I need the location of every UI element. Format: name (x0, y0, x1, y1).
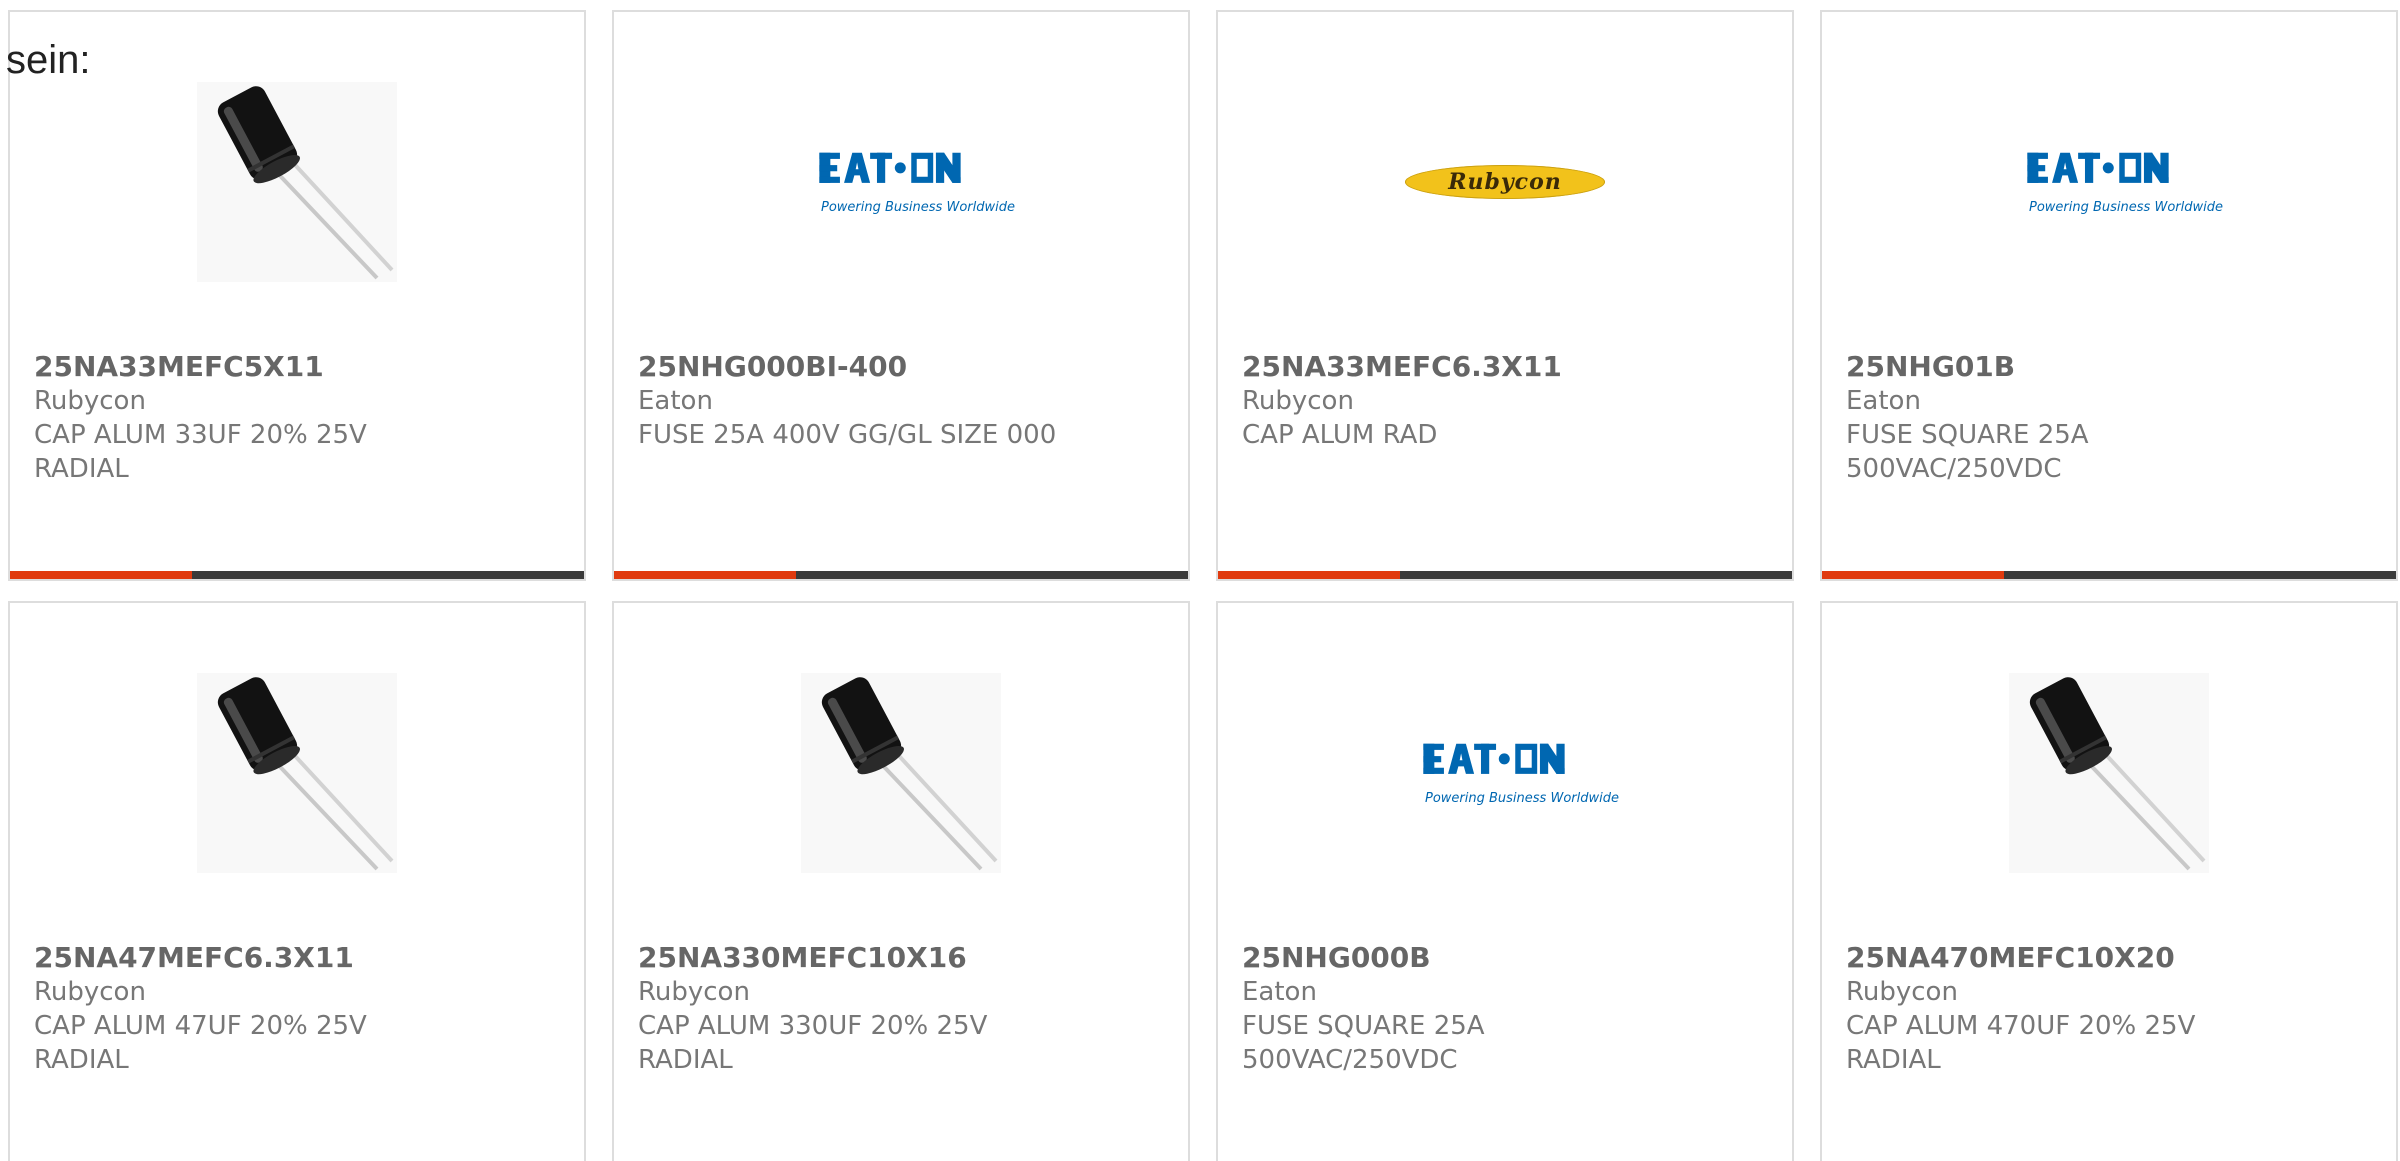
product-image[interactable]: Powering Business Worldwide (614, 82, 1188, 282)
product-image[interactable]: Rubycon (1218, 82, 1792, 282)
product-image[interactable] (10, 673, 584, 873)
product-image[interactable] (10, 82, 584, 282)
card-footer-bar (1822, 571, 2396, 579)
card-footer-bar (1218, 571, 1792, 579)
product-card[interactable]: 25NA33MEFC5X11 Rubycon CAP ALUM 33UF 20%… (8, 10, 586, 581)
eaton-logo-icon: Powering Business Worldwide (1995, 150, 2223, 215)
part-number[interactable]: 25NA330MEFC10X16 (638, 941, 1164, 975)
manufacturer: Eaton (638, 386, 713, 416)
description: CAP ALUM 470UF 20% 25V RADIAL (1846, 1011, 2196, 1075)
eaton-logo-icon: Powering Business Worldwide (1391, 741, 1619, 806)
eaton-logo-icon: Powering Business Worldwide (787, 150, 1015, 215)
product-image[interactable]: Powering Business Worldwide (1822, 82, 2396, 282)
product-card[interactable]: 25NA330MEFC10X16 Rubycon CAP ALUM 330UF … (612, 601, 1190, 1161)
product-image[interactable] (1822, 673, 2396, 873)
part-number[interactable]: 25NHG01B (1846, 350, 2372, 384)
product-listing: sein: 25NA33MEFC5X11 Rubycon CAP ALUM 33… (0, 0, 2400, 1161)
capacitor-photo-icon (197, 673, 397, 873)
part-number[interactable]: 25NA33MEFC5X11 (34, 350, 560, 384)
card-footer-bar (10, 571, 584, 579)
product-card[interactable]: Powering Business Worldwide 25NHG000BI-4… (612, 10, 1190, 581)
eaton-tagline: Powering Business Worldwide (821, 199, 1015, 215)
product-grid-row-2: 25NA47MEFC6.3X11 Rubycon CAP ALUM 47UF 2… (8, 601, 2400, 1161)
intro-text: sein: (6, 38, 91, 82)
part-number[interactable]: 25NHG000B (1242, 941, 1768, 975)
product-card[interactable]: Powering Business Worldwide 25NHG000B Ea… (1216, 601, 1794, 1161)
product-grid: 25NA33MEFC5X11 Rubycon CAP ALUM 33UF 20%… (8, 10, 2400, 581)
manufacturer: Rubycon (1242, 386, 1354, 416)
manufacturer: Eaton (1242, 977, 1317, 1007)
description: FUSE SQUARE 25A 500VAC/250VDC (1242, 1011, 1485, 1075)
card-footer-bar (614, 571, 1188, 579)
capacitor-photo-icon (197, 82, 397, 282)
description: CAP ALUM 330UF 20% 25V RADIAL (638, 1011, 988, 1075)
manufacturer: Rubycon (34, 977, 146, 1007)
eaton-tagline: Powering Business Worldwide (2029, 199, 2223, 215)
description: CAP ALUM 47UF 20% 25V RADIAL (34, 1011, 367, 1075)
product-card[interactable]: 25NA470MEFC10X20 Rubycon CAP ALUM 470UF … (1820, 601, 2398, 1161)
part-number[interactable]: 25NA470MEFC10X20 (1846, 941, 2372, 975)
description: CAP ALUM RAD (1242, 420, 1438, 450)
product-image[interactable]: Powering Business Worldwide (1218, 673, 1792, 873)
manufacturer: Rubycon (638, 977, 750, 1007)
part-number[interactable]: 25NHG000BI-400 (638, 350, 1164, 384)
product-card[interactable]: 25NA47MEFC6.3X11 Rubycon CAP ALUM 47UF 2… (8, 601, 586, 1161)
rubycon-logo-icon: Rubycon (1405, 165, 1605, 199)
description: FUSE SQUARE 25A 500VAC/250VDC (1846, 420, 2089, 484)
description: FUSE 25A 400V GG/GL SIZE 000 (638, 420, 1057, 450)
manufacturer: Eaton (1846, 386, 1921, 416)
manufacturer: Rubycon (1846, 977, 1958, 1007)
product-card[interactable]: Powering Business Worldwide 25NHG01B Eat… (1820, 10, 2398, 581)
product-image[interactable] (614, 673, 1188, 873)
manufacturer: Rubycon (34, 386, 146, 416)
part-number[interactable]: 25NA47MEFC6.3X11 (34, 941, 560, 975)
capacitor-photo-icon (2009, 673, 2209, 873)
part-number[interactable]: 25NA33MEFC6.3X11 (1242, 350, 1768, 384)
product-card[interactable]: Rubycon 25NA33MEFC6.3X11 Rubycon CAP ALU… (1216, 10, 1794, 581)
description: CAP ALUM 33UF 20% 25V RADIAL (34, 420, 367, 484)
rubycon-wordmark: Rubycon (1448, 169, 1562, 195)
capacitor-photo-icon (801, 673, 1001, 873)
eaton-tagline: Powering Business Worldwide (1425, 790, 1619, 806)
